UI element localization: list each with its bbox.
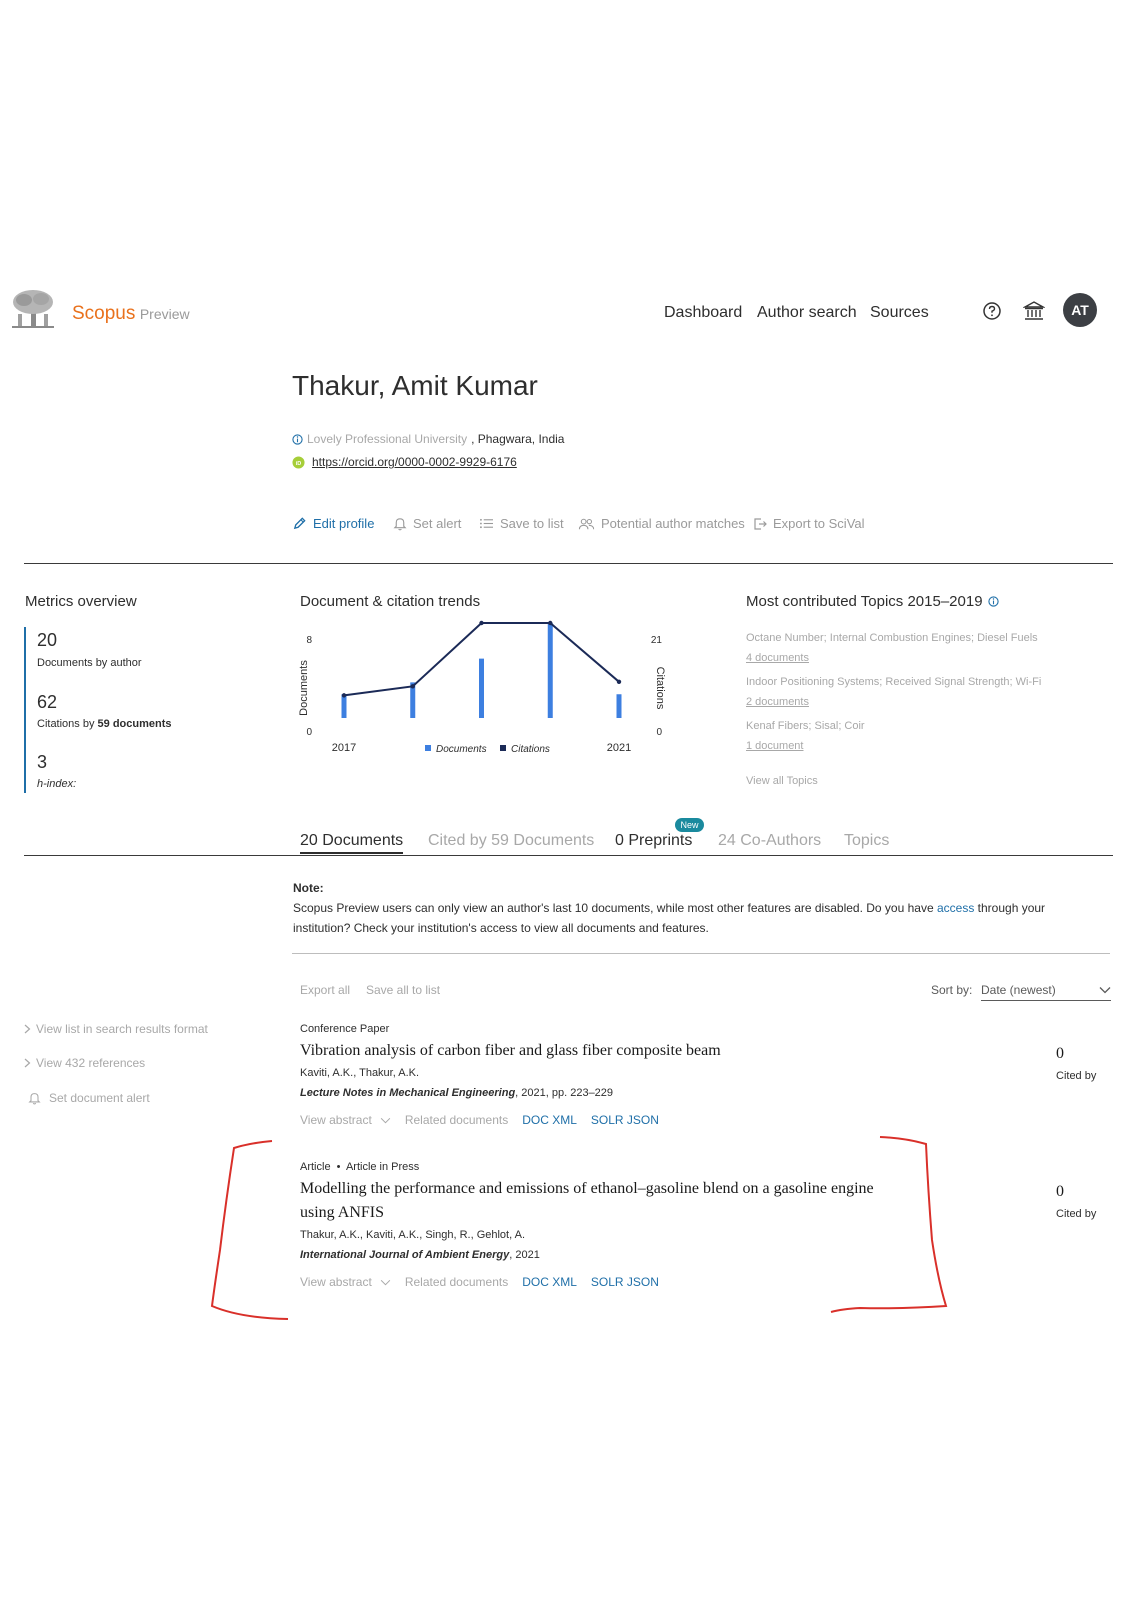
right-bracket-stroke <box>830 1136 948 1313</box>
red-annotation-bracket <box>210 1136 948 1320</box>
left-bracket-stroke <box>210 1140 289 1320</box>
